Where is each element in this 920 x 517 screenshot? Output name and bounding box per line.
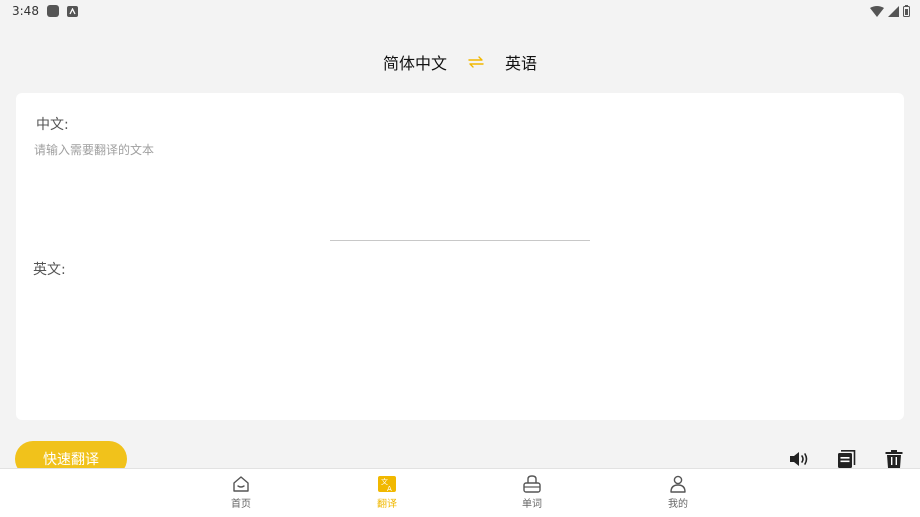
copy-icon[interactable] xyxy=(835,448,857,470)
translate-icon: 文 A xyxy=(378,476,396,493)
target-text-output xyxy=(33,285,873,405)
nav-item-translate[interactable]: 文 A 翻译 xyxy=(357,475,417,515)
notification-icon xyxy=(46,5,59,17)
status-time: 3:48 xyxy=(12,4,39,18)
delete-icon[interactable] xyxy=(883,448,905,470)
signal-icon xyxy=(888,5,899,17)
target-text-label: 英文: xyxy=(33,262,66,278)
nav-label-words: 单词 xyxy=(522,499,542,510)
speaker-icon[interactable] xyxy=(788,448,810,470)
translation-card: 中文: 英文: xyxy=(16,93,904,420)
language-bar: 简体中文 英语 xyxy=(0,44,920,80)
source-text-input[interactable] xyxy=(34,141,874,231)
divider xyxy=(330,240,590,241)
battery-icon xyxy=(903,5,910,17)
app-notification-icon xyxy=(66,5,78,17)
swap-languages-icon[interactable] xyxy=(467,53,485,71)
wifi-icon xyxy=(870,5,884,17)
status-bar: 3:48 xyxy=(0,0,920,22)
source-language-selector[interactable]: 简体中文 xyxy=(383,50,447,74)
words-icon xyxy=(523,475,541,493)
status-left: 3:48 xyxy=(12,4,78,18)
nav-label-home: 首页 xyxy=(231,499,251,510)
profile-icon xyxy=(670,475,686,493)
nav-item-profile[interactable]: 我的 xyxy=(648,475,708,515)
bottom-nav: 首页 文 A 翻译 单词 我的 xyxy=(0,468,920,517)
nav-label-profile: 我的 xyxy=(668,499,688,510)
home-icon xyxy=(233,476,249,492)
nav-label-translate: 翻译 xyxy=(377,499,397,510)
source-text-label: 中文: xyxy=(36,117,69,133)
nav-item-home[interactable]: 首页 xyxy=(211,475,271,515)
status-right xyxy=(870,5,910,17)
target-language-selector[interactable]: 英语 xyxy=(505,50,537,74)
svg-text:A: A xyxy=(387,485,392,493)
nav-item-words[interactable]: 单词 xyxy=(502,475,562,515)
